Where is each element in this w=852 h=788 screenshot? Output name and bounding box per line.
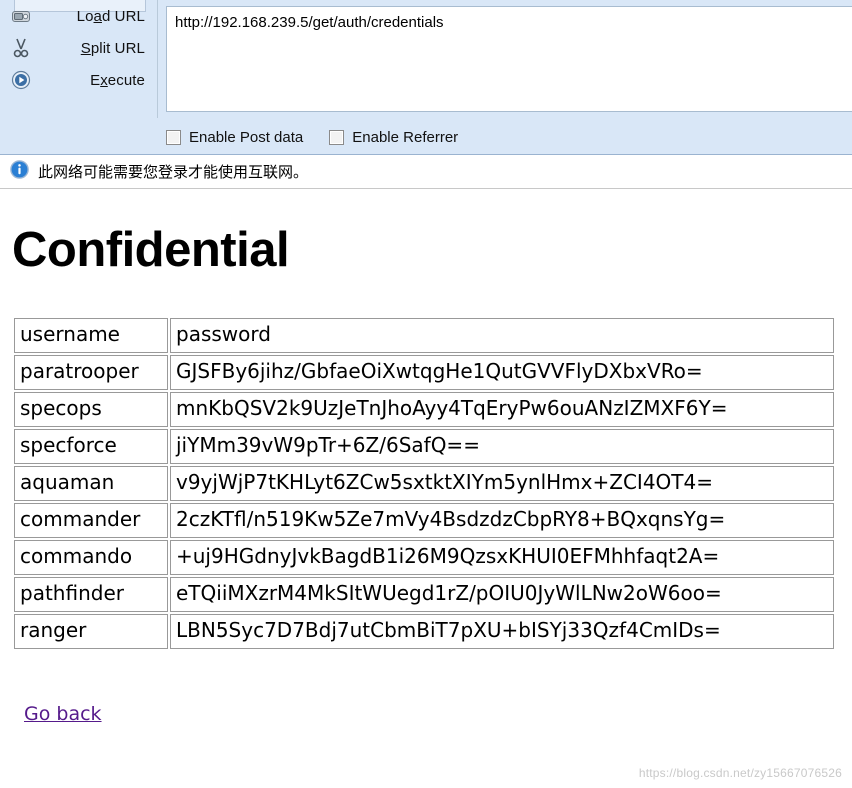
- username-cell: aquaman: [14, 465, 168, 501]
- username-cell: commando: [14, 539, 168, 575]
- enable-post-data-label: Enable Post data: [189, 128, 304, 146]
- credentials-table: username password paratrooper GJSFBy6jihz/G…: [12, 316, 836, 651]
- table-row: commando +uj9HGdnyJvkBagdB1i26M9QzsxKHUI0…: [14, 539, 834, 575]
- password-cell: jiYMm39vW9pTr+6Z/6SafQ==: [170, 428, 834, 464]
- hackbar-toolbar: Load URL Split URL Execute http://192.16…: [0, 0, 852, 155]
- execute-icon: [8, 68, 34, 92]
- load-url-icon: [8, 4, 34, 28]
- table-header-row: username password: [14, 317, 834, 353]
- network-notification-bar: 此网络可能需要您登录才能使用互联网。: [0, 155, 852, 189]
- username-cell: commander: [14, 502, 168, 538]
- load-url-label: Load URL: [76, 7, 145, 25]
- password-cell: GJSFBy6jihz/GbfaeOiXwtqgHe1QutGVVFlyDXbx…: [170, 354, 834, 390]
- password-cell: LBN5Syc7D7Bdj7utCbmBiT7pXU+bISYj33Qzf4Cm…: [170, 613, 834, 649]
- username-cell: paratrooper: [14, 354, 168, 390]
- enable-post-data-checkbox[interactable]: Enable Post data: [166, 129, 303, 146]
- page-content: Confidential username password paratrooper…: [0, 223, 852, 725]
- password-cell: v9yjWjP7tKHLyt6ZCw5sxtktXIYm5ynlHmx+ZCI4…: [170, 465, 834, 501]
- watermark: https://blog.csdn.net/zy15667076526: [638, 766, 842, 780]
- username-cell: username: [14, 317, 168, 353]
- table-row: commander 2czKTfl/n519Kw5Ze7mVy4BsdzdzCbp…: [14, 502, 834, 538]
- split-url-button[interactable]: Split URL: [0, 32, 157, 64]
- enable-referrer-checkbox[interactable]: Enable Referrer: [329, 129, 458, 146]
- username-cell: ranger: [14, 613, 168, 649]
- username-cell: specforce: [14, 428, 168, 464]
- enable-referrer-label: Enable Referrer: [352, 128, 459, 146]
- table-row: specforce jiYMm39vW9pTr+6Z/6SafQ==: [14, 428, 834, 464]
- network-notification-text: 此网络可能需要您登录才能使用互联网。: [38, 163, 309, 181]
- split-url-icon: [8, 36, 34, 60]
- go-back-wrapper: Go back: [12, 703, 840, 725]
- execute-button[interactable]: Execute: [0, 64, 157, 96]
- table-row: paratrooper GJSFBy6jihz/GbfaeOiXwtqgHe1Qu…: [14, 354, 834, 390]
- url-field-wrapper: [166, 6, 852, 112]
- execute-label: Execute: [90, 71, 145, 89]
- username-cell: pathfinder: [14, 576, 168, 612]
- checkbox-box[interactable]: [329, 129, 345, 145]
- info-icon: [10, 159, 29, 184]
- hackbar-options-row: Enable Post data Enable Referrer: [166, 122, 852, 152]
- page-title: Confidential: [12, 223, 290, 277]
- checkbox-box[interactable]: [166, 129, 181, 145]
- password-cell: 2czKTfl/n519Kw5Ze7mVy4BsdzdzCbpRY8+BQxqn…: [170, 502, 834, 538]
- username-cell: specops: [14, 391, 168, 427]
- table-row: aquaman v9yjWjP7tKHLyt6ZCw5sxtktXIYm5ynlH…: [14, 465, 834, 501]
- go-back-link[interactable]: Go back: [24, 703, 102, 725]
- table-row: pathfinder eTQiiMXzrM4MkSItWUegd1rZ/pOIU0…: [14, 576, 834, 612]
- url-input[interactable]: [166, 6, 852, 112]
- password-cell: mnKbQSV2k9UzJeTnJhoAyy4TqEryPw6ouANzIZMX…: [170, 391, 834, 427]
- credentials-table-body: username password paratrooper GJSFBy6jihz/G…: [14, 317, 834, 649]
- password-cell: eTQiiMXzrM4MkSItWUegd1rZ/pOIU0JyWlLNw2oW…: [170, 576, 834, 612]
- load-url-button[interactable]: Load URL: [0, 0, 157, 32]
- split-url-label: Split URL: [80, 39, 145, 57]
- table-row: ranger LBN5Syc7D7Bdj7utCbmBiT7pXU+bISYj33…: [14, 613, 834, 649]
- table-row: specops mnKbQSV2k9UzJeTnJhoAyy4TqEryPw6ou…: [14, 391, 834, 427]
- hackbar-command-list: Load URL Split URL Execute: [0, 0, 158, 118]
- password-cell: password: [170, 317, 834, 353]
- password-cell: +uj9HGdnyJvkBagdB1i26M9QzsxKHUI0EFMhhfaq…: [170, 539, 834, 575]
